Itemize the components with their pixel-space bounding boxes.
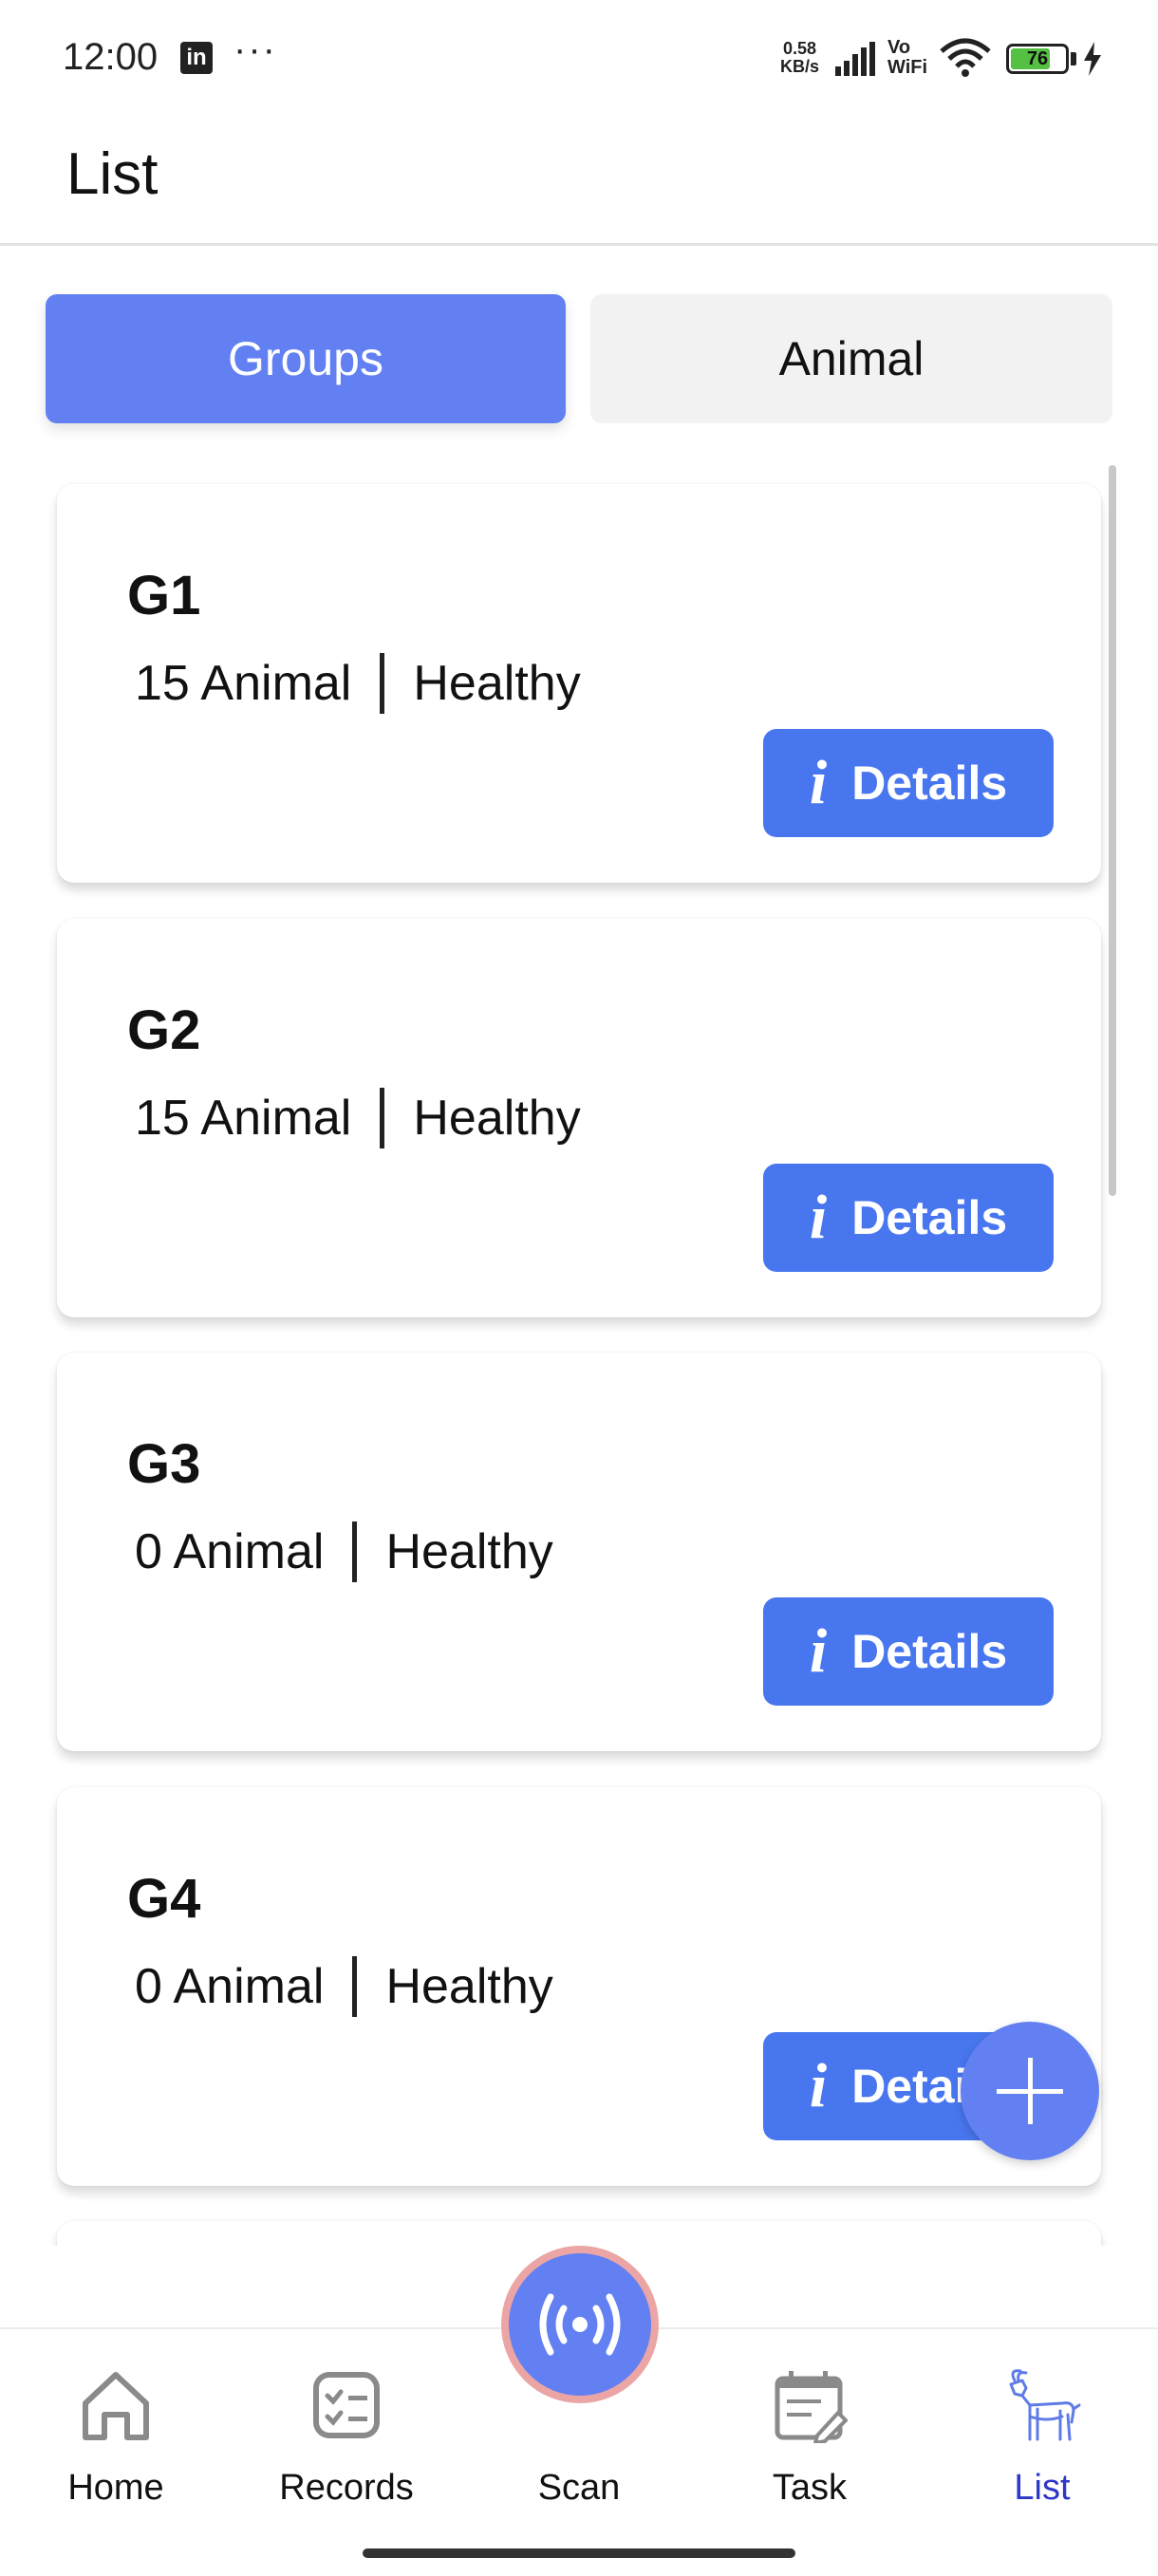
group-card: G2 15 Animal Healthy i Details	[57, 919, 1101, 1317]
scan-button[interactable]	[501, 2246, 659, 2403]
scan-icon	[539, 2293, 621, 2356]
network-speed: 0.58 KB/s	[780, 40, 819, 76]
battery-icon: 76	[1006, 44, 1069, 74]
group-animal-count: 0 Animal	[135, 1959, 325, 2014]
info-icon: i	[809, 748, 828, 817]
group-info: 15 Animal Healthy	[135, 653, 581, 714]
details-button[interactable]: i Details	[763, 1597, 1054, 1706]
nav-task[interactable]: Task	[715, 2329, 905, 2519]
group-card-partial	[57, 2221, 1101, 2246]
battery-level: 76	[1026, 48, 1049, 69]
nav-home[interactable]: Home	[21, 2329, 211, 2519]
scrollbar[interactable]	[1109, 465, 1116, 1196]
group-info: 0 Animal Healthy	[135, 1956, 553, 2017]
separator	[380, 653, 385, 714]
records-icon	[313, 2372, 380, 2438]
status-time: 12:00	[63, 36, 159, 78]
details-label: Details	[851, 756, 1008, 810]
nav-list[interactable]: List	[947, 2329, 1137, 2519]
separator	[352, 1521, 358, 1582]
nav-scan-label: Scan	[537, 2468, 621, 2508]
group-info: 0 Animal Healthy	[135, 1521, 553, 1582]
separator	[352, 1956, 358, 2017]
group-health-status: Healthy	[413, 1091, 581, 1146]
info-icon: i	[809, 2051, 828, 2120]
vowifi-bottom: WiFi	[887, 57, 928, 78]
charging-icon	[1084, 42, 1101, 76]
battery-tip	[1071, 52, 1076, 65]
group-animal-count: 15 Animal	[135, 1091, 352, 1146]
group-name: G3	[127, 1433, 201, 1495]
network-speed-value: 0.58	[782, 39, 817, 58]
details-label: Details	[851, 1191, 1008, 1244]
task-icon	[775, 2371, 848, 2443]
group-card: G3 0 Animal Healthy i Details	[57, 1353, 1101, 1751]
nav-home-label: Home	[67, 2468, 164, 2508]
group-info: 15 Animal Healthy	[135, 1088, 581, 1148]
group-card: G1 15 Animal Healthy i Details	[57, 484, 1101, 883]
group-animal-count: 15 Animal	[135, 656, 352, 711]
group-health-status: Healthy	[385, 1959, 553, 2014]
tab-animal[interactable]: Animal	[590, 294, 1112, 423]
group-health-status: Healthy	[413, 656, 581, 711]
separator	[380, 1088, 385, 1148]
vowifi-icon: Vo WiFi	[887, 38, 927, 78]
group-animal-count: 0 Animal	[135, 1524, 325, 1579]
details-button[interactable]: i Details	[763, 729, 1054, 837]
signal-icon	[835, 42, 875, 76]
linkedin-icon: in	[180, 42, 213, 74]
nav-list-label: List	[1014, 2468, 1071, 2508]
vowifi-top: Vo	[887, 37, 911, 58]
tab-groups[interactable]: Groups	[46, 294, 566, 423]
wifi-icon	[940, 38, 991, 77]
status-bar: 12:00 in ··· 0.58 KB/s Vo WiFi 76	[0, 0, 1158, 114]
details-button[interactable]: i Details	[763, 1164, 1054, 1272]
details-label: Details	[851, 1625, 1008, 1678]
group-card: G4 0 Animal Healthy i Details	[57, 1787, 1101, 2186]
home-icon	[83, 2372, 149, 2440]
header-divider	[0, 243, 1158, 246]
plus-icon	[997, 2058, 1063, 2124]
nav-task-label: Task	[772, 2468, 848, 2508]
page-title: List	[66, 141, 159, 207]
info-icon: i	[809, 1183, 828, 1252]
group-name: G1	[127, 565, 201, 626]
group-name: G2	[127, 999, 201, 1061]
home-indicator[interactable]	[363, 2548, 795, 2558]
nav-records-label: Records	[279, 2468, 414, 2508]
info-icon: i	[809, 1616, 828, 1686]
goat-icon	[1009, 2369, 1081, 2441]
group-list[interactable]: G1 15 Animal Healthy i Details G2 15 Ani…	[0, 465, 1158, 2246]
nav-records[interactable]: Records	[252, 2329, 441, 2519]
group-name: G4	[127, 1868, 201, 1930]
group-health-status: Healthy	[385, 1524, 553, 1579]
more-notifications-icon: ···	[233, 28, 277, 70]
network-speed-unit: KB/s	[780, 57, 820, 76]
add-group-button[interactable]	[961, 2022, 1099, 2160]
